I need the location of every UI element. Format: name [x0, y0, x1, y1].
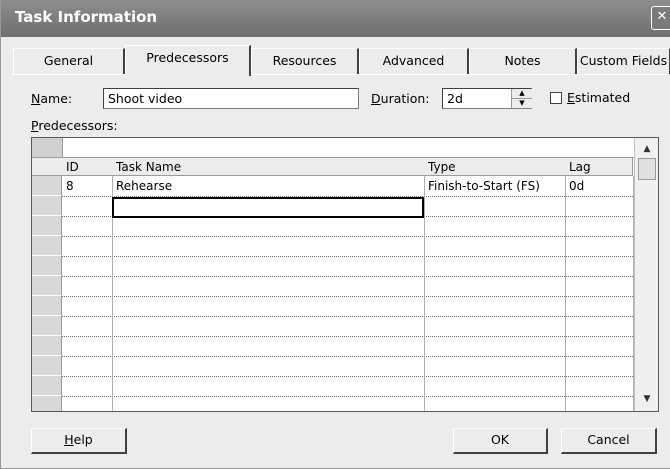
column-header-type[interactable]: Type	[424, 158, 566, 176]
estimated-checkbox[interactable]	[550, 92, 562, 104]
name-field[interactable]: Shoot video	[103, 88, 359, 109]
estimated-label: Estimated	[567, 90, 631, 105]
cell-task-name[interactable]: Rehearse	[112, 176, 172, 196]
column-divider	[424, 176, 425, 411]
predecessors-table: ID Task Name Type Lag 8 Rehearse Finish-…	[31, 137, 659, 412]
name-label: Name:	[31, 91, 73, 106]
row-header[interactable]	[32, 336, 62, 356]
cell-edit-bar[interactable]	[32, 138, 658, 158]
cell-id[interactable]: 8	[62, 176, 74, 196]
tab-general[interactable]: General	[13, 48, 125, 74]
title-bar[interactable]: Task Information ✕	[1, 0, 670, 37]
vertical-scrollbar[interactable]: ▲ ▼	[634, 138, 658, 411]
cancel-button[interactable]: Cancel	[561, 428, 657, 454]
row-divider	[62, 276, 633, 277]
row-header[interactable]	[32, 256, 62, 276]
task-information-dialog: Task Information ✕ General Predecessors …	[0, 0, 670, 469]
row-header[interactable]	[32, 196, 62, 216]
row-header[interactable]	[32, 376, 62, 396]
spin-up-icon[interactable]: ▲	[512, 89, 532, 99]
row-divider	[62, 316, 633, 317]
scroll-down-icon[interactable]: ▼	[637, 390, 657, 408]
column-header-lag[interactable]: Lag	[565, 158, 633, 176]
cell-type[interactable]: Finish-to-Start (FS)	[424, 176, 540, 196]
row-header[interactable]	[32, 276, 62, 296]
spin-down-icon[interactable]: ▼	[512, 99, 532, 108]
row-header[interactable]	[32, 316, 62, 336]
row-header[interactable]	[32, 176, 62, 196]
row-header[interactable]	[32, 216, 62, 236]
row-divider	[62, 336, 633, 337]
row-divider	[62, 376, 633, 377]
column-divider	[565, 176, 566, 411]
row-header[interactable]	[32, 296, 62, 316]
row-divider	[62, 236, 633, 237]
tab-advanced[interactable]: Advanced	[359, 48, 469, 74]
duration-spinner[interactable]: ▲ ▼	[511, 89, 532, 108]
table-corner	[32, 138, 63, 157]
selected-cell[interactable]	[112, 197, 424, 218]
close-icon[interactable]: ✕	[651, 6, 670, 30]
tab-divider	[11, 74, 670, 75]
tab-predecessors[interactable]: Predecessors	[125, 45, 251, 76]
tab-strip: General Predecessors Resources Advanced …	[13, 45, 670, 76]
row-divider	[62, 356, 633, 357]
duration-label: Duration:	[371, 91, 430, 106]
column-header-task-name[interactable]: Task Name	[112, 158, 425, 176]
row-divider	[62, 296, 633, 297]
predecessors-label: Predecessors:	[31, 118, 118, 133]
tab-resources[interactable]: Resources	[251, 48, 359, 74]
row-header-corner	[32, 158, 63, 176]
row-header[interactable]	[32, 396, 62, 411]
row-header[interactable]	[32, 356, 62, 376]
column-header-id[interactable]: ID	[62, 158, 113, 176]
dialog-title: Task Information	[15, 8, 158, 26]
ok-button[interactable]: OK	[453, 428, 548, 454]
row-header[interactable]	[32, 236, 62, 256]
help-button[interactable]: Help	[31, 428, 127, 454]
tab-notes[interactable]: Notes	[469, 48, 577, 74]
row-divider	[62, 256, 633, 257]
scroll-thumb[interactable]	[638, 158, 656, 180]
scroll-up-icon[interactable]: ▲	[637, 140, 657, 158]
tab-custom-fields[interactable]: Custom Fields	[577, 48, 670, 74]
cell-lag[interactable]: 0d	[565, 176, 584, 196]
row-divider	[62, 396, 633, 397]
